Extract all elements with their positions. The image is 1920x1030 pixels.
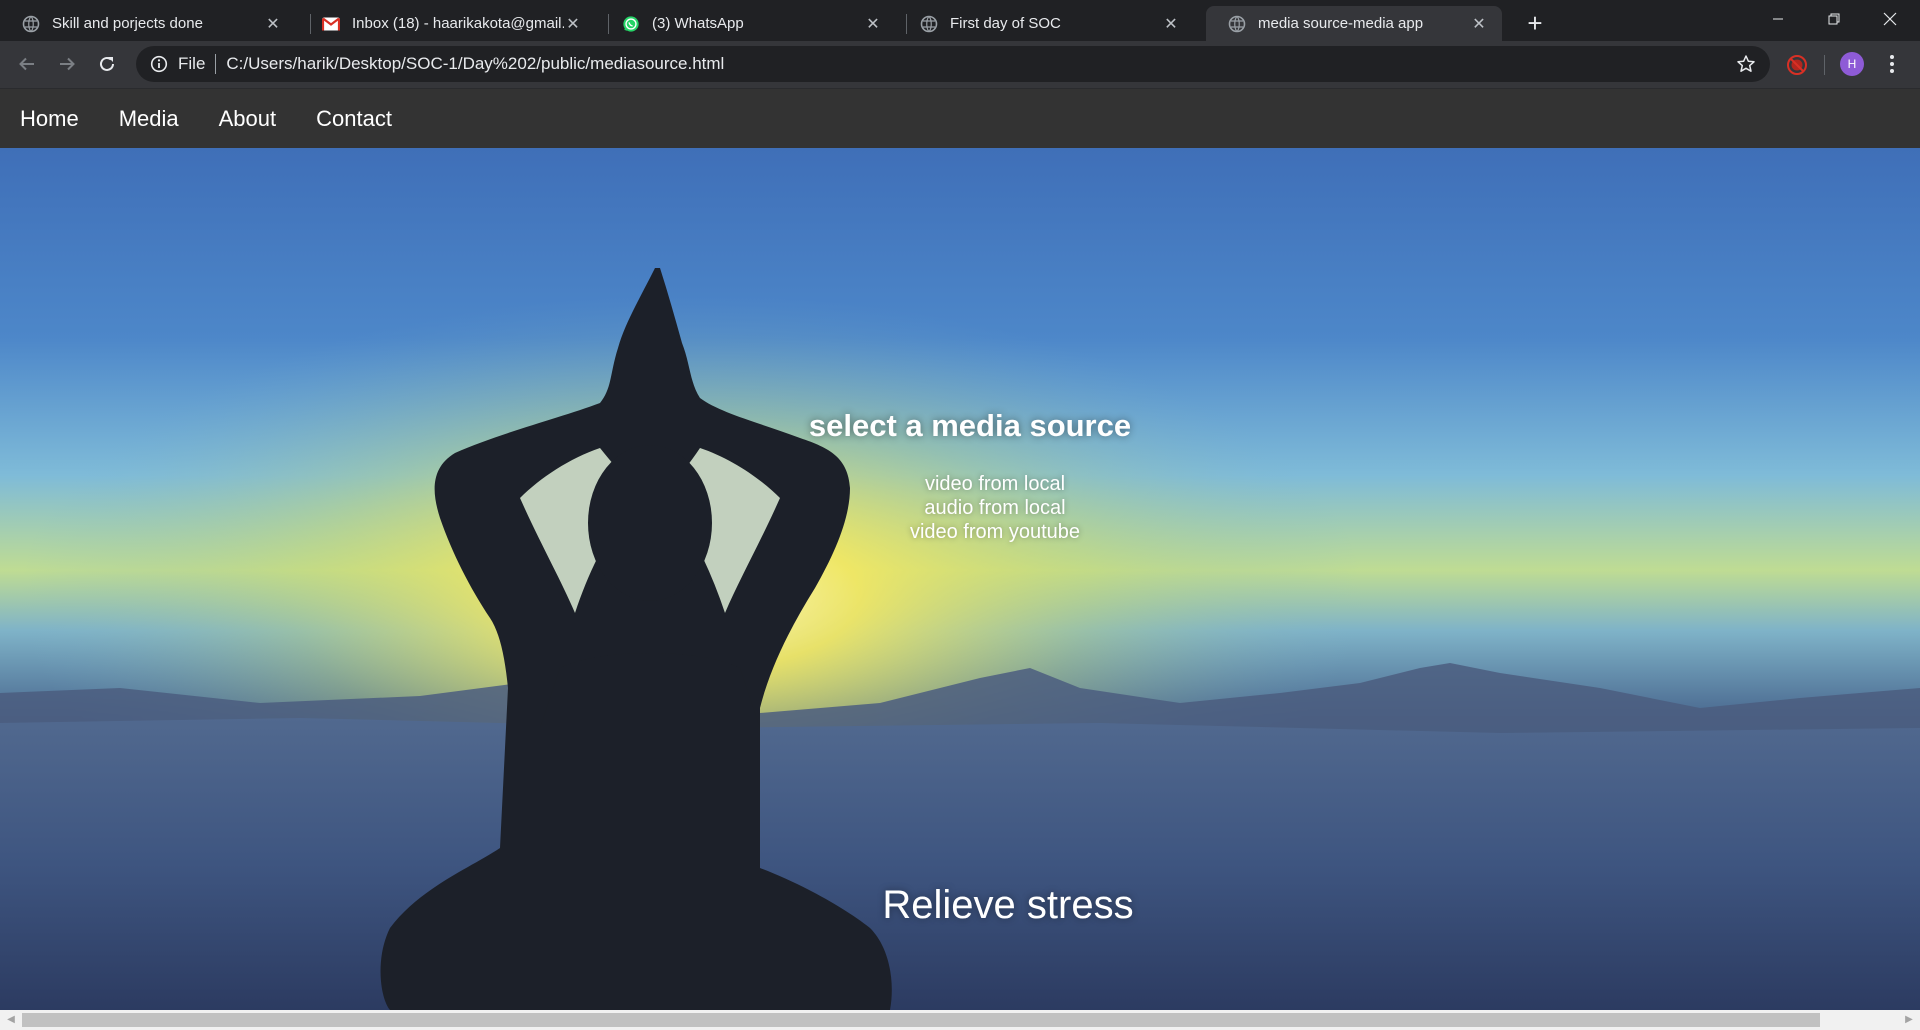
star-icon[interactable] <box>1736 54 1756 74</box>
divider <box>215 54 217 74</box>
new-tab-button[interactable]: + <box>1518 6 1552 40</box>
relieve-stress-tagline: Relieve stress <box>882 883 1134 927</box>
option-video-local[interactable]: video from local <box>0 472 1920 496</box>
tab-media-source-active[interactable]: media source-media app ✕ <box>1206 6 1502 41</box>
tab-title: Skill and porjects done <box>52 15 203 32</box>
nav-home-link[interactable]: Home <box>20 106 79 132</box>
tab-title: First day of SOC <box>950 15 1061 32</box>
close-icon[interactable]: ✕ <box>1470 14 1488 34</box>
scheme-label: File <box>178 54 206 73</box>
tab-gmail-inbox[interactable]: Inbox (18) - haarikakota@gmail.com ✕ <box>300 6 596 41</box>
option-video-youtube[interactable]: video from youtube <box>0 520 1920 544</box>
whatsapp-icon <box>622 15 640 33</box>
close-icon[interactable]: ✕ <box>264 14 282 34</box>
tab-skill-projects[interactable]: Skill and porjects done ✕ <box>0 6 296 41</box>
nav-contact-link[interactable]: Contact <box>316 106 392 132</box>
close-window-button[interactable] <box>1862 0 1918 38</box>
web-page: Home Media About Contact select a media … <box>0 89 1920 1010</box>
arrow-right-icon <box>60 57 75 71</box>
divider <box>1824 55 1825 75</box>
close-icon[interactable]: ✕ <box>1162 14 1180 34</box>
nav-about-link[interactable]: About <box>219 106 277 132</box>
reload-icon <box>100 56 114 71</box>
tab-first-day-soc[interactable]: First day of SOC ✕ <box>898 6 1194 41</box>
media-options-list: video from local audio from local video … <box>0 472 1920 544</box>
gmail-icon <box>322 15 340 33</box>
back-button[interactable] <box>10 47 44 81</box>
url-text[interactable]: C:/Users/harik/Desktop/SOC-1/Day%202/pub… <box>226 54 724 74</box>
blocker-extension-icon[interactable] <box>1786 54 1808 76</box>
tab-title: Inbox (18) - haarikakota@gmail.com <box>352 15 564 32</box>
horizontal-scrollbar[interactable]: ◀ ▶ <box>0 1010 1920 1030</box>
tab-whatsapp[interactable]: (3) WhatsApp ✕ <box>600 6 896 41</box>
scroll-right-icon[interactable]: ▶ <box>1902 1013 1916 1027</box>
hero-background: select a media source video from local a… <box>0 148 1920 1010</box>
globe-icon <box>920 15 938 33</box>
forward-button[interactable] <box>50 47 84 81</box>
browser-toolbar: File C:/Users/harik/Desktop/SOC-1/Day%20… <box>0 41 1920 89</box>
minimize-icon <box>1773 18 1783 20</box>
nav-media-link[interactable]: Media <box>119 106 179 132</box>
reload-button[interactable] <box>90 47 124 81</box>
option-audio-local[interactable]: audio from local <box>0 496 1920 520</box>
tab-strip: Skill and porjects done ✕ Inbox (18) - h… <box>0 0 1920 41</box>
minimize-button[interactable] <box>1750 0 1806 38</box>
tab-title: media source-media app <box>1258 15 1424 32</box>
site-navbar: Home Media About Contact <box>0 89 1920 148</box>
arrow-left-icon <box>19 57 34 71</box>
close-window-icon <box>1883 12 1897 26</box>
close-icon[interactable]: ✕ <box>864 14 882 34</box>
tab-title: (3) WhatsApp <box>652 15 744 32</box>
restore-button[interactable] <box>1806 0 1862 38</box>
address-bar[interactable]: File C:/Users/harik/Desktop/SOC-1/Day%20… <box>136 46 1770 82</box>
yoga-silhouette-image <box>0 148 1920 1010</box>
scroll-left-icon[interactable]: ◀ <box>4 1013 18 1027</box>
globe-icon <box>22 15 40 33</box>
profile-avatar[interactable]: H <box>1840 52 1864 76</box>
info-icon[interactable] <box>150 55 168 73</box>
scrollbar-thumb[interactable] <box>22 1013 1820 1027</box>
media-source-heading: select a media source <box>808 408 1132 443</box>
close-icon[interactable]: ✕ <box>564 14 582 34</box>
more-vert-icon[interactable] <box>1884 51 1900 77</box>
restore-icon <box>1828 13 1840 25</box>
globe-icon <box>1228 15 1246 33</box>
